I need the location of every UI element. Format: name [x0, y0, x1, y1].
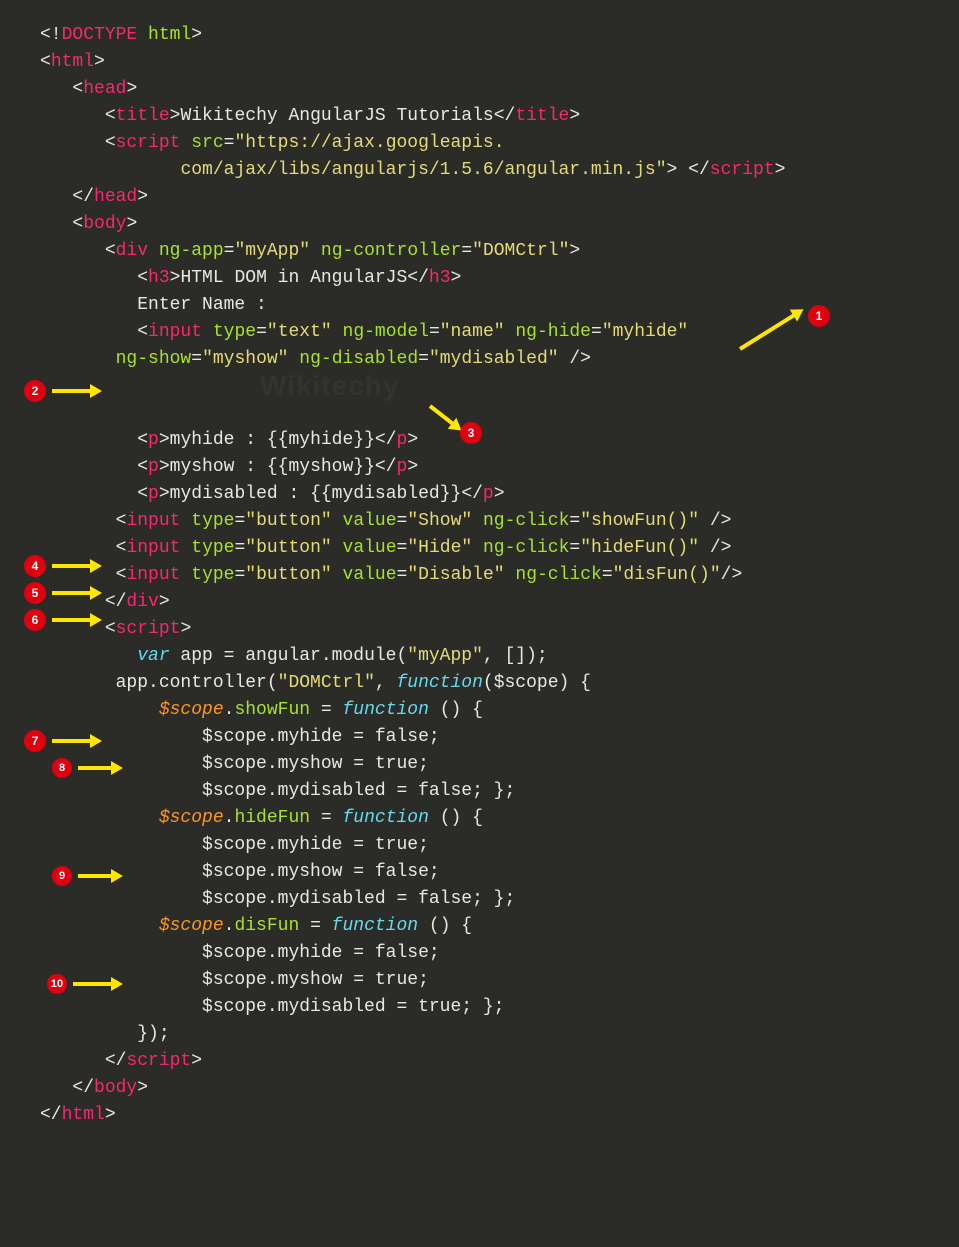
annotation-badge-7: 7 — [24, 730, 46, 752]
annotation-badge-6: 6 — [24, 609, 46, 631]
annotation-badge-1: 1 — [808, 305, 830, 327]
annotation-arrow-8 — [78, 766, 113, 770]
annotation-badge-8: 8 — [52, 758, 72, 778]
annotation-arrow-7 — [52, 739, 92, 743]
annotation-arrow-6 — [52, 618, 92, 622]
annotation-arrow-5 — [52, 591, 92, 595]
annotation-badge-10: 10 — [47, 974, 67, 994]
annotation-arrow-2 — [52, 389, 92, 393]
annotation-arrow-10 — [73, 982, 113, 986]
code-block: <!DOCTYPE html> <html> <head> <title>Wik… — [40, 22, 959, 1129]
annotation-badge-9: 9 — [52, 866, 72, 886]
annotation-badge-4: 4 — [24, 555, 46, 577]
annotation-arrow-4 — [52, 564, 92, 568]
annotation-badge-2: 2 — [24, 380, 46, 402]
annotation-badge-3: 3 — [460, 422, 482, 444]
annotation-arrow-9 — [78, 874, 113, 878]
code-editor: Wikitechy 1 2 3 4 5 6 7 8 9 10 <!DOCTYPE… — [0, 0, 959, 1151]
annotation-badge-5: 5 — [24, 582, 46, 604]
